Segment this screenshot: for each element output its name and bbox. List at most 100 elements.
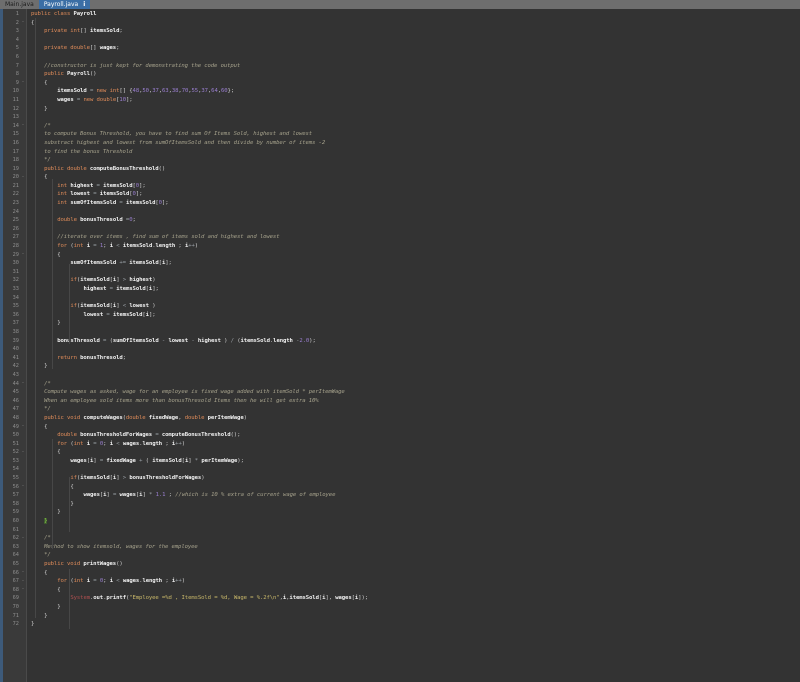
code-line: wages[i] = fixedWage + ( itemsSold[i] * … <box>31 457 800 466</box>
code-line: sumOfItemsSold += itemsSold[i]; <box>31 259 800 268</box>
code-line: int sumOfItemsSold = itemsSold[0]; <box>31 199 800 208</box>
code-line: } <box>31 105 800 114</box>
code-line: { <box>31 586 800 595</box>
line-number: 39 <box>3 337 26 346</box>
code-line: //constructor is just kept for demonstra… <box>31 62 800 71</box>
code-line: double bonusThresholdForWages = computeB… <box>31 431 800 440</box>
line-number: 25 <box>3 216 26 225</box>
line-number: 9- <box>3 79 26 88</box>
line-number: 49- <box>3 423 26 432</box>
code-line <box>31 294 800 303</box>
code-line: } <box>31 319 800 328</box>
line-number: 54 <box>3 465 26 474</box>
code-line: return bonusThresold; <box>31 354 800 363</box>
line-number: 64 <box>3 551 26 560</box>
line-number: 45 <box>3 388 26 397</box>
line-number: 52- <box>3 448 26 457</box>
code-text-area[interactable]: public class Payroll{ private int[] item… <box>27 9 800 682</box>
close-icon[interactable]: i <box>83 0 85 9</box>
code-line <box>31 208 800 217</box>
line-number: 66- <box>3 569 26 578</box>
fold-toggle-icon[interactable]: - <box>21 382 25 386</box>
code-line <box>31 268 800 277</box>
fold-toggle-icon[interactable]: - <box>21 425 25 429</box>
code-line: int lowest = itemsSold[0]; <box>31 190 800 199</box>
fold-toggle-icon[interactable]: - <box>21 451 25 455</box>
code-line: { <box>31 79 800 88</box>
code-line: } <box>31 517 800 526</box>
fold-toggle-icon[interactable]: - <box>21 537 25 541</box>
code-line: public void computeWages(double fixedWag… <box>31 414 800 423</box>
line-number: 59 <box>3 508 26 517</box>
fold-toggle-icon[interactable]: - <box>21 124 25 128</box>
line-number: 31 <box>3 268 26 277</box>
line-number: 5 <box>3 44 26 53</box>
line-number: 11 <box>3 96 26 105</box>
code-line: /* <box>31 534 800 543</box>
code-line <box>31 225 800 234</box>
code-line: public double computeBonusThreshold() <box>31 165 800 174</box>
line-number: 24 <box>3 208 26 217</box>
code-line: } <box>31 500 800 509</box>
indent-guide <box>69 569 70 629</box>
line-number: 36 <box>3 311 26 320</box>
fold-toggle-icon[interactable]: - <box>21 588 25 592</box>
line-number: 53 <box>3 457 26 466</box>
code-line: to find the bonus Threshold <box>31 148 800 157</box>
line-number: 27 <box>3 233 26 242</box>
line-number: 65 <box>3 560 26 569</box>
line-number: 42 <box>3 362 26 371</box>
line-number: 32 <box>3 276 26 285</box>
line-number: 62- <box>3 534 26 543</box>
code-line: double bonusThresold =0; <box>31 216 800 225</box>
fold-toggle-icon[interactable]: - <box>21 21 25 25</box>
code-line: */ <box>31 156 800 165</box>
line-number: 37 <box>3 319 26 328</box>
line-number: 56- <box>3 483 26 492</box>
code-line: { <box>31 448 800 457</box>
fold-toggle-icon[interactable]: - <box>21 485 25 489</box>
line-number: 15 <box>3 130 26 139</box>
code-line: if(itemsSold[i] > highest) <box>31 276 800 285</box>
line-number: 30 <box>3 259 26 268</box>
line-number: 14- <box>3 122 26 131</box>
fold-toggle-icon[interactable]: - <box>21 580 25 584</box>
line-number: 29- <box>3 251 26 260</box>
line-number: 7 <box>3 62 26 71</box>
tab-payroll-java[interactable]: Payroll.java i <box>39 0 90 9</box>
line-number: 6 <box>3 53 26 62</box>
indent-guide <box>52 179 53 369</box>
code-line <box>31 53 800 62</box>
code-line: { <box>31 19 800 28</box>
code-line: //iterate over items , find sum of items… <box>31 233 800 242</box>
line-number: 40 <box>3 345 26 354</box>
tab-label: Main.java <box>5 0 34 9</box>
code-line: /* <box>31 122 800 131</box>
code-line <box>31 371 800 380</box>
fold-toggle-icon[interactable]: - <box>21 571 25 575</box>
line-number: 28 <box>3 242 26 251</box>
fold-toggle-icon[interactable]: - <box>21 253 25 257</box>
code-line: When an employee sold items more than bo… <box>31 397 800 406</box>
code-line: } <box>31 603 800 612</box>
code-line: public Payroll() <box>31 70 800 79</box>
code-line: if(itemsSold[i] < lowest ) <box>31 302 800 311</box>
line-number-gutter[interactable]: 12-3456789-1011121314-151617181920-21222… <box>3 9 27 682</box>
code-line: for (int i = 1; i < itemsSold.length ; i… <box>31 242 800 251</box>
line-number: 44- <box>3 380 26 389</box>
fold-toggle-icon[interactable]: - <box>21 81 25 85</box>
code-line: public void printWages() <box>31 560 800 569</box>
line-number: 16 <box>3 139 26 148</box>
code-line: */ <box>31 405 800 414</box>
line-number: 13 <box>3 113 26 122</box>
fold-toggle-icon[interactable]: - <box>21 176 25 180</box>
tab-main-java[interactable]: Main.java <box>0 0 39 9</box>
code-line: for (int i = 0; i < wages.length ; i++) <box>31 577 800 586</box>
line-number: 50 <box>3 431 26 440</box>
line-number: 10 <box>3 87 26 96</box>
editor-tab-bar: Main.java Payroll.java i <box>0 0 800 9</box>
line-number: 47 <box>3 405 26 414</box>
code-line <box>31 113 800 122</box>
line-number: 71 <box>3 612 26 621</box>
line-number: 46 <box>3 397 26 406</box>
